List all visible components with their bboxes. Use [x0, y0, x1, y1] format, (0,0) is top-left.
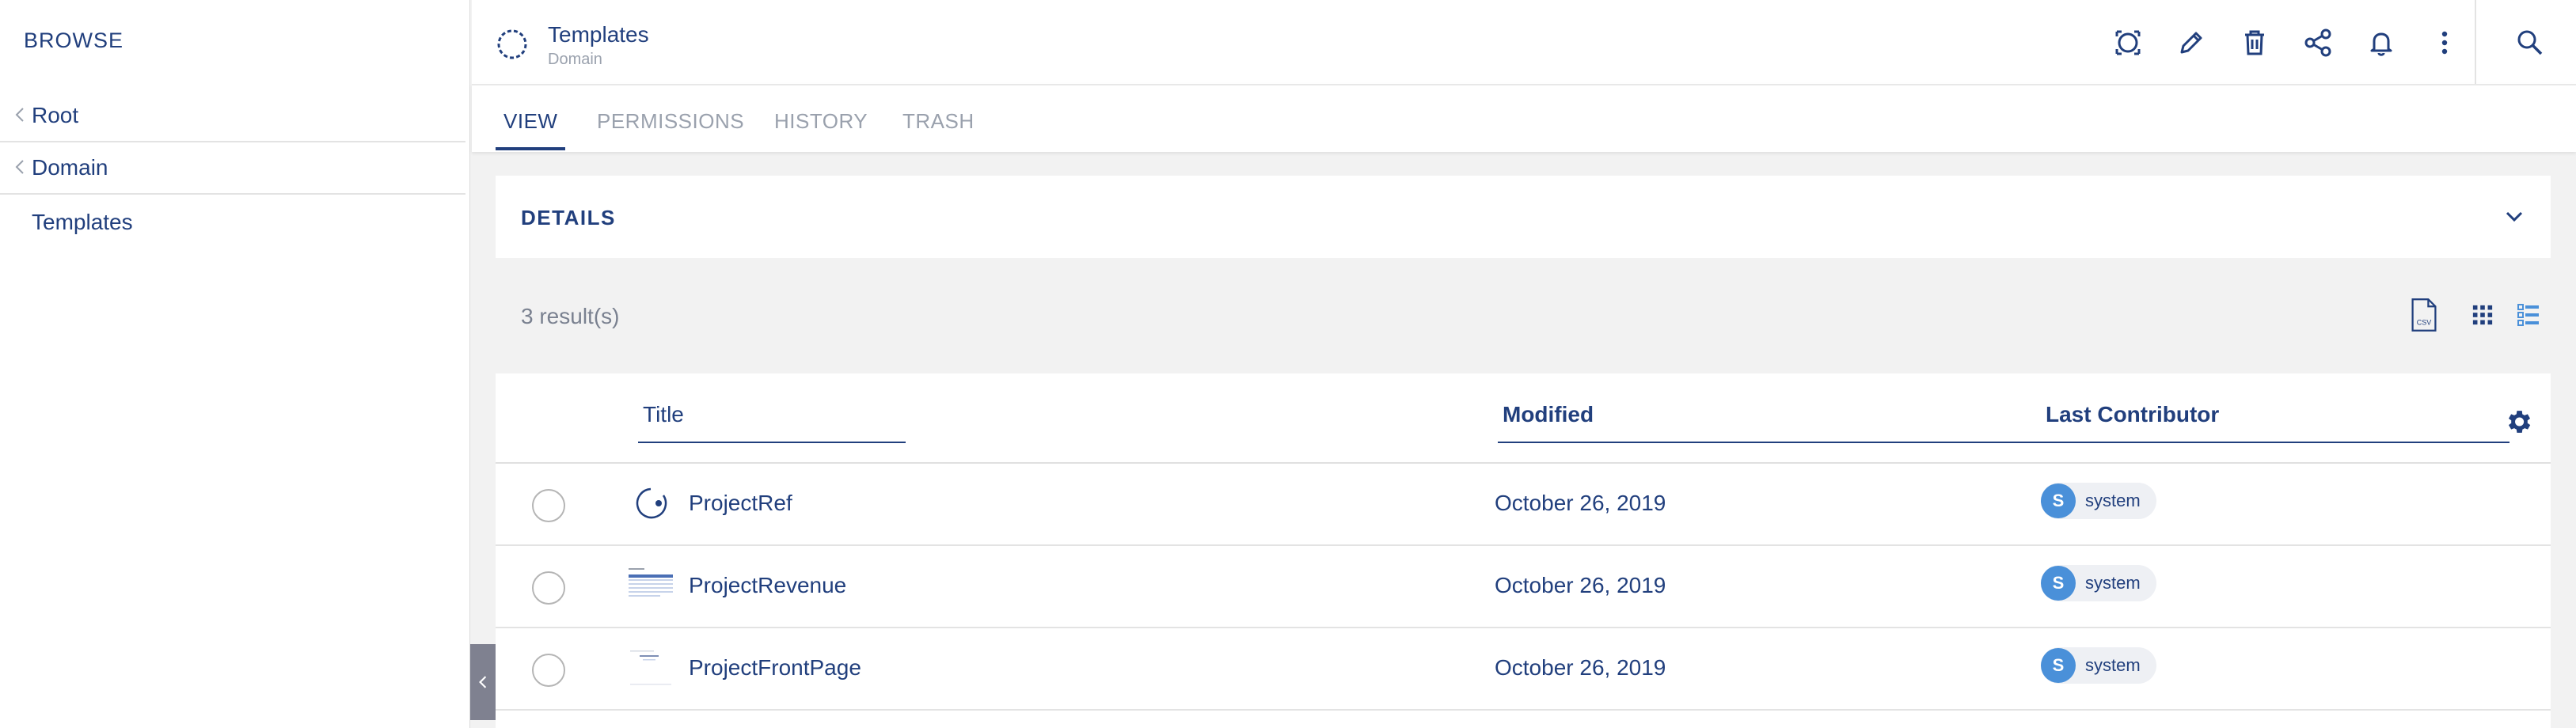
contributor-name: system — [2085, 573, 2141, 593]
search-icon[interactable] — [2513, 25, 2548, 60]
avatar: S — [2041, 566, 2076, 601]
template-icon — [497, 29, 527, 59]
contributor-name: system — [2085, 655, 2141, 675]
row-modified: October 26, 2019 — [1495, 573, 1666, 597]
chevron-left-icon — [0, 104, 32, 128]
document-title: Templates — [548, 22, 649, 47]
document-thumbnail-icon — [629, 649, 673, 687]
chevron-left-icon — [0, 156, 32, 180]
share-icon[interactable] — [2301, 25, 2335, 60]
grid-view-icon[interactable] — [2464, 296, 2502, 334]
contributor-chip[interactable]: S system — [2041, 647, 2156, 684]
contributor-chip[interactable]: S system — [2041, 483, 2156, 519]
row-title[interactable]: ProjectFrontPage — [689, 655, 861, 681]
tree-item-label: Templates — [32, 210, 133, 234]
results-count: 3 result(s) — [521, 304, 620, 328]
notification-bell-icon[interactable] — [2364, 25, 2399, 60]
header-divider — [2475, 0, 2476, 84]
table-row[interactable]: ProjectRef October 26, 2019 S system — [496, 464, 2551, 546]
table-header: Title Modified Last Contributor — [496, 373, 2551, 464]
details-label: DETAILS — [521, 206, 616, 229]
row-select-checkbox[interactable] — [532, 654, 565, 687]
gear-icon[interactable] — [2503, 407, 2533, 437]
browse-sidebar: BROWSE Root Domain Templates — [0, 0, 470, 728]
sidebar-collapse-button[interactable] — [470, 644, 496, 720]
document-tabs: VIEW PERMISSIONS HISTORY TRASH — [472, 84, 2576, 152]
row-modified: October 26, 2019 — [1495, 491, 1666, 515]
tree-item-templates[interactable]: Templates — [0, 196, 465, 248]
template-icon — [636, 487, 667, 519]
row-select-checkbox[interactable] — [532, 489, 565, 522]
svg-text:CSV: CSV — [2417, 319, 2432, 327]
details-panel[interactable]: DETAILS — [496, 176, 2551, 258]
tree-item-label: Root — [32, 103, 79, 127]
tab-history[interactable]: HISTORY — [774, 109, 868, 134]
avatar: S — [2041, 483, 2076, 518]
table-row[interactable]: ProjectFrontPage October 26, 2019 S syst… — [496, 628, 2551, 711]
more-vert-icon[interactable] — [2427, 25, 2462, 60]
row-title[interactable]: ProjectRef — [689, 491, 792, 516]
app-root: BROWSE Root Domain Templates Templates D… — [0, 0, 2576, 728]
results-table: Title Modified Last Contributor ProjectR… — [496, 373, 2551, 728]
contributor-chip[interactable]: S system — [2041, 565, 2156, 601]
tree-item-label: Domain — [32, 155, 108, 180]
list-view-icon[interactable] — [2510, 296, 2548, 334]
column-header-modified[interactable]: Modified — [1498, 402, 2065, 443]
tree-item-root[interactable]: Root — [0, 90, 465, 142]
document-thumbnail-icon — [629, 567, 673, 605]
csv-export-icon[interactable]: CSV — [2405, 296, 2443, 334]
column-header-title[interactable]: Title — [638, 402, 906, 443]
document-header: Templates Domain — [472, 0, 2576, 84]
sidebar-title: BROWSE — [24, 28, 124, 52]
column-header-last-contributor[interactable]: Last Contributor — [2041, 402, 2510, 443]
edit-icon[interactable] — [2174, 25, 2209, 60]
chevron-left-icon — [479, 676, 487, 688]
tab-view[interactable]: VIEW — [503, 109, 557, 134]
row-select-checkbox[interactable] — [532, 571, 565, 605]
delete-icon[interactable] — [2237, 25, 2272, 60]
chevron-down-icon[interactable] — [2502, 204, 2527, 229]
slideshow-icon[interactable] — [2111, 25, 2145, 60]
tab-permissions[interactable]: PERMISSIONS — [597, 109, 744, 134]
row-title[interactable]: ProjectRevenue — [689, 573, 846, 598]
tab-trash[interactable]: TRASH — [902, 109, 975, 134]
row-modified: October 26, 2019 — [1495, 655, 1666, 680]
table-row[interactable]: ProjectRevenue October 26, 2019 S system — [496, 546, 2551, 628]
avatar: S — [2041, 648, 2076, 683]
tree-item-domain[interactable]: Domain — [0, 142, 465, 195]
contributor-name: system — [2085, 491, 2141, 510]
active-tab-indicator — [496, 147, 565, 150]
document-type: Domain — [548, 51, 602, 68]
